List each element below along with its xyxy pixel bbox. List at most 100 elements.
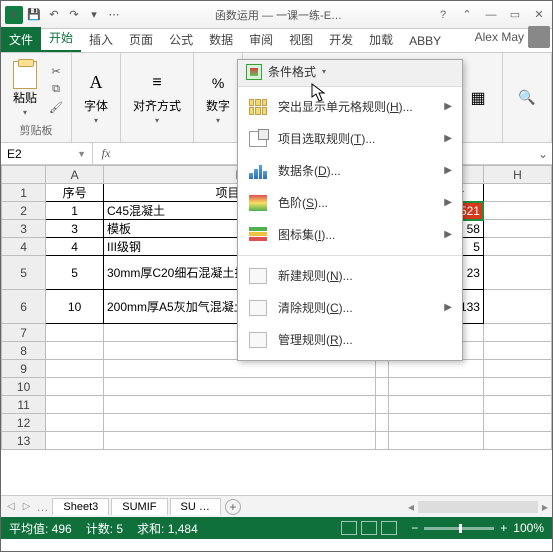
window-title: 函数运用 — 一课一练-E… [123,7,434,23]
row-7[interactable]: 7 [2,324,46,342]
cell-A4[interactable]: 4 [46,238,104,256]
cf-item-label: 图标集(I)... [278,226,335,243]
submenu-arrow-icon: ▶ [444,197,452,208]
format-painter-icon[interactable]: 🖌 [47,100,65,116]
hscroll-left[interactable]: ◂ [408,500,414,514]
cell-A5[interactable]: 5 [46,256,104,290]
tab-data[interactable]: 数据 [201,27,241,52]
sheet-tab-0[interactable]: Sheet3 [52,498,109,515]
maximize-icon[interactable]: ▭ [506,6,524,24]
cf-item-r[interactable]: 管理规则(R)... [238,324,462,356]
tab-abbyy[interactable]: ABBY [401,30,449,52]
tab-view[interactable]: 视图 [281,27,321,52]
cell-A6[interactable]: 10 [46,290,104,324]
tab-addins[interactable]: 加载 [361,27,401,52]
zoom-in-button[interactable]: + [500,521,507,535]
avatar [528,26,550,48]
ribbon-tabs: 文件 开始 插入 页面 公式 数据 审阅 视图 开发 加载 ABBY Alex … [1,29,552,53]
cf-item-label: 清除规则(C)... [278,299,353,316]
cf-item-label: 数据条(D)... [278,162,341,179]
format-table-button[interactable]: ▦ [460,84,496,112]
status-count: 计数: 5 [86,520,123,537]
hscroll-right[interactable]: ▸ [542,500,548,514]
zoom-slider[interactable] [424,527,494,530]
ribbon-help-icon[interactable]: ? [434,6,452,24]
cf-item-i[interactable]: 图标集(I)... ▶ [238,219,462,251]
view-switch[interactable] [341,521,397,535]
cf-cells-icon [248,97,268,117]
copy-icon[interactable]: ⧉ [47,82,65,98]
col-A[interactable]: A [46,166,104,184]
undo-icon[interactable]: ↶ [45,6,63,24]
cf-item-label: 项目选取规则(T)... [278,130,375,147]
cf-item-h[interactable]: 突出显示单元格规则(H)... ▶ [238,91,462,123]
cf-icons-icon [248,225,268,245]
chevron-down-icon[interactable]: ▼ [77,149,86,159]
conditional-format-icon [246,64,262,80]
tab-review[interactable]: 审阅 [241,27,281,52]
cf-item-c[interactable]: 清除规则(C)... ▶ [238,292,462,324]
row-5[interactable]: 5 [2,256,46,290]
row-4[interactable]: 4 [2,238,46,256]
status-average: 平均值: 496 [9,520,72,537]
sheet-tab-strip: ◁ ▷ … Sheet3SUMIFSU … + ◂ ▸ [1,495,552,517]
qat-more-icon[interactable]: ▾ [85,6,103,24]
cf-item-t[interactable]: 项目选取规则(T)... ▶ [238,123,462,155]
account-menu[interactable]: Alex May [467,22,552,52]
tab-more[interactable]: … [36,500,48,514]
close-icon[interactable]: ✕ [530,6,548,24]
formula-expand-icon[interactable]: ⌄ [538,147,548,161]
font-group-button[interactable]: A字体▾ [78,69,114,127]
row-3[interactable]: 3 [2,220,46,238]
submenu-arrow-icon: ▶ [444,229,452,240]
tab-dev[interactable]: 开发 [321,27,361,52]
excel-icon: X [5,6,23,24]
redo-icon[interactable]: ↷ [65,6,83,24]
cell-A1[interactable]: 序号 [46,184,104,202]
tab-page[interactable]: 页面 [121,27,161,52]
cf-item-label: 色阶(S)... [278,194,328,211]
qat-custom-icon[interactable]: ⋯ [105,6,123,24]
hscroll-track[interactable] [418,501,538,513]
tab-nav-next[interactable]: ▷ [21,501,33,512]
minimize-icon[interactable]: — [482,6,500,24]
paste-button[interactable]: 粘贴▾ [7,61,43,119]
row-2[interactable]: 2 [2,202,46,220]
row-12[interactable]: 12 [2,414,46,432]
cut-icon[interactable]: ✂ [47,64,65,80]
align-group-button[interactable]: ≡对齐方式▾ [127,69,187,127]
row-1[interactable]: 1 [2,184,46,202]
row-11[interactable]: 11 [2,396,46,414]
row-9[interactable]: 9 [2,360,46,378]
find-button[interactable]: 🔍 [509,84,545,112]
row-13[interactable]: 13 [2,432,46,450]
group-clipboard: 剪贴板 [20,122,53,138]
select-all[interactable] [2,166,46,184]
sheet-tab-1[interactable]: SUMIF [111,498,167,515]
save-icon[interactable]: 💾 [25,6,43,24]
tab-file[interactable]: 文件 [1,27,41,52]
cf-manage-icon [248,330,268,350]
row-10[interactable]: 10 [2,378,46,396]
cf-item-d[interactable]: 数据条(D)... ▶ [238,155,462,187]
col-H[interactable]: H [483,166,551,184]
cf-item-n[interactable]: 新建规则(N)... [238,260,462,292]
sheet-tab-2[interactable]: SU … [170,498,221,515]
cell-A3[interactable]: 3 [46,220,104,238]
tab-insert[interactable]: 插入 [81,27,121,52]
tab-nav-prev[interactable]: ◁ [5,501,17,512]
cell-A2[interactable]: 1 [46,202,104,220]
row-6[interactable]: 6 [2,290,46,324]
tab-formula[interactable]: 公式 [161,27,201,52]
fx-icon[interactable]: fx [93,146,119,161]
new-sheet-button[interactable]: + [225,499,241,515]
cf-item-s[interactable]: 色阶(S)... ▶ [238,187,462,219]
conditional-format-button[interactable]: 条件格式 ▾ [246,63,326,80]
tab-home[interactable]: 开始 [41,25,81,52]
zoom-out-button[interactable]: − [411,521,418,535]
ribbon-collapse-icon[interactable]: ⌃ [458,6,476,24]
number-group-button[interactable]: %数字▾ [200,69,236,127]
zoom-level[interactable]: 100% [513,521,544,535]
name-box[interactable]: E2▼ [1,143,93,164]
row-8[interactable]: 8 [2,342,46,360]
